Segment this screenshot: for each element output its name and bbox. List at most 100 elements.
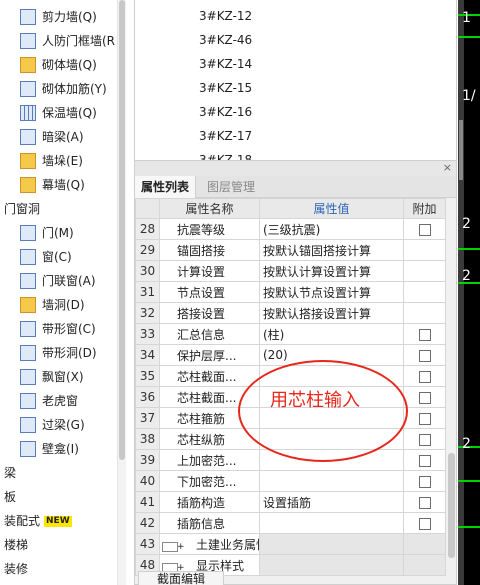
tab-layer-manager[interactable]: 图层管理 bbox=[201, 176, 261, 198]
property-name-label: 芯柱纵筋 bbox=[177, 432, 226, 447]
component-list-item[interactable]: 3#KZ-14 bbox=[199, 54, 252, 74]
tree-item[interactable]: 剪力墙(Q) bbox=[20, 6, 97, 28]
tab-property-list[interactable]: 属性列表 bbox=[135, 176, 197, 198]
property-row[interactable]: 28 抗震等级 (三级抗震) bbox=[135, 218, 446, 240]
property-row[interactable]: 31 节点设置 按默认节点设置计算 bbox=[135, 281, 446, 303]
tree-item-label: 窗(C) bbox=[42, 250, 72, 264]
component-list-item[interactable]: 3#KZ-12 bbox=[199, 6, 252, 26]
tree-group-label: 装修 bbox=[4, 562, 29, 576]
property-row[interactable]: 40 下加密范... bbox=[135, 470, 446, 492]
axis-label: 2 bbox=[462, 436, 471, 452]
tree-item-label: 门(M) bbox=[42, 226, 74, 240]
tree-item[interactable]: 带形洞(D) bbox=[20, 342, 97, 364]
tree-item[interactable]: 门联窗(A) bbox=[20, 270, 96, 292]
tree-item-label: 墙洞(D) bbox=[42, 298, 85, 312]
tree-group[interactable]: 楼梯 bbox=[4, 534, 28, 556]
close-icon[interactable]: × bbox=[443, 161, 452, 175]
tree-group[interactable]: 装配式 NEW bbox=[4, 510, 72, 532]
tree-item[interactable]: 幕墙(Q) bbox=[20, 174, 85, 196]
property-row[interactable]: 32 搭接设置 按默认搭接设置计算 bbox=[135, 302, 446, 324]
property-value[interactable]: (三级抗震) bbox=[259, 218, 404, 240]
component-list-item[interactable]: 3#KZ-16 bbox=[199, 102, 252, 122]
add-checkbox[interactable] bbox=[418, 223, 431, 236]
add-checkbox[interactable] bbox=[418, 496, 431, 509]
property-name: 插筋信息 bbox=[159, 512, 260, 534]
wall-pier-icon bbox=[20, 153, 36, 169]
property-row[interactable]: 43+ 土建业务属性 bbox=[135, 533, 446, 555]
tree-item[interactable]: 带形窗(C) bbox=[20, 318, 96, 340]
property-row[interactable]: 30 计算设置 按默认计算设置计算 bbox=[135, 260, 446, 282]
properties-scrollbar[interactable] bbox=[447, 198, 456, 558]
property-value[interactable]: 按默认搭接设置计算 bbox=[259, 302, 404, 324]
property-value[interactable] bbox=[259, 512, 404, 534]
component-list-item[interactable]: 3#KZ-17 bbox=[199, 126, 252, 146]
property-value[interactable] bbox=[259, 470, 404, 492]
property-value[interactable]: 设置插筋 bbox=[259, 491, 404, 513]
tree-item[interactable]: 墙洞(D) bbox=[20, 294, 85, 316]
add-checkbox[interactable] bbox=[418, 412, 431, 425]
property-row[interactable]: 33 汇总信息 (柱) bbox=[135, 323, 446, 345]
property-value[interactable]: 按默认节点设置计算 bbox=[259, 281, 404, 303]
canvas-scroll-thumb[interactable] bbox=[459, 120, 463, 180]
property-value[interactable]: 按默认锚固搭接计算 bbox=[259, 239, 404, 261]
property-add bbox=[403, 344, 446, 366]
tree-scroll-thumb[interactable] bbox=[119, 0, 125, 460]
tree-item[interactable]: 门(M) bbox=[20, 222, 74, 244]
add-checkbox[interactable] bbox=[418, 349, 431, 362]
panel-titlebar: × bbox=[135, 161, 456, 176]
property-add bbox=[403, 491, 446, 513]
add-checkbox[interactable] bbox=[418, 475, 431, 488]
tree-item[interactable]: 墙垛(E) bbox=[20, 150, 83, 172]
property-row[interactable]: 41 插筋构造 设置插筋 bbox=[135, 491, 446, 513]
tree-item[interactable]: 老虎窗 bbox=[20, 390, 78, 412]
component-list-item[interactable]: 3#KZ-15 bbox=[199, 78, 252, 98]
property-add bbox=[403, 239, 446, 261]
add-checkbox[interactable] bbox=[418, 454, 431, 467]
tree-group-doors[interactable]: 门窗洞 bbox=[4, 198, 40, 220]
tree-item[interactable]: 人防门框墙(R bbox=[20, 30, 115, 52]
tree-group[interactable]: 装修 bbox=[4, 558, 28, 580]
tree-item[interactable]: 暗梁(A) bbox=[20, 126, 84, 148]
header-index bbox=[135, 198, 160, 219]
tree-item[interactable]: 过梁(G) bbox=[20, 414, 85, 436]
properties-scroll-thumb[interactable] bbox=[448, 453, 455, 558]
door-window-icon bbox=[20, 273, 36, 289]
property-name-label: 芯柱截面... bbox=[177, 369, 237, 384]
add-checkbox[interactable] bbox=[418, 370, 431, 383]
lintel-icon bbox=[20, 417, 36, 433]
tree-item[interactable]: 砌体加筋(Y) bbox=[20, 78, 107, 100]
property-add bbox=[403, 365, 446, 387]
civil-defense-door-frame-wall-icon bbox=[20, 33, 36, 49]
property-name-label: 计算设置 bbox=[177, 264, 226, 279]
property-add bbox=[403, 470, 446, 492]
property-name: 节点设置 bbox=[159, 281, 260, 303]
tree-item[interactable]: 飘窗(X) bbox=[20, 366, 84, 388]
property-value[interactable]: 按默认计算设置计算 bbox=[259, 260, 404, 282]
add-checkbox[interactable] bbox=[418, 391, 431, 404]
add-checkbox[interactable] bbox=[418, 328, 431, 341]
row-index: 41 bbox=[135, 491, 160, 513]
tree-item[interactable]: 砌体墙(Q) bbox=[20, 54, 97, 76]
expand-icon[interactable]: + bbox=[162, 541, 185, 552]
tree-item[interactable]: 壁龛(I) bbox=[20, 438, 79, 460]
property-row[interactable]: 42 插筋信息 bbox=[135, 512, 446, 534]
property-row[interactable]: 29 锚固搭接 按默认锚固搭接计算 bbox=[135, 239, 446, 261]
tree-group-label: 梁 bbox=[4, 466, 17, 480]
tree-item[interactable]: 保温墙(Q) bbox=[20, 102, 97, 124]
tree-item-label: 暗梁(A) bbox=[42, 130, 84, 144]
add-checkbox[interactable] bbox=[418, 433, 431, 446]
add-checkbox[interactable] bbox=[418, 517, 431, 530]
tree-group[interactable]: 梁 bbox=[4, 462, 16, 484]
property-value[interactable]: (柱) bbox=[259, 323, 404, 345]
tree-group[interactable]: 板 bbox=[4, 486, 16, 508]
drawing-canvas[interactable]: 1 1/2 2 2 bbox=[458, 0, 480, 585]
tab-section-edit[interactable]: 截面编辑 bbox=[138, 571, 225, 585]
component-list: 3#KZ-12 3#KZ-46 3#KZ-14 3#KZ-15 3#KZ-16 3#KZ-… bbox=[134, 0, 457, 160]
property-row[interactable]: 34 保护层厚... (20) bbox=[135, 344, 446, 366]
axis-label: 1 bbox=[462, 10, 471, 26]
component-list-item[interactable]: 3#KZ-18 bbox=[199, 150, 252, 160]
property-add bbox=[403, 407, 446, 429]
tree-scrollbar[interactable] bbox=[117, 0, 126, 585]
tree-item[interactable]: 窗(C) bbox=[20, 246, 72, 268]
component-list-item[interactable]: 3#KZ-46 bbox=[199, 30, 252, 50]
